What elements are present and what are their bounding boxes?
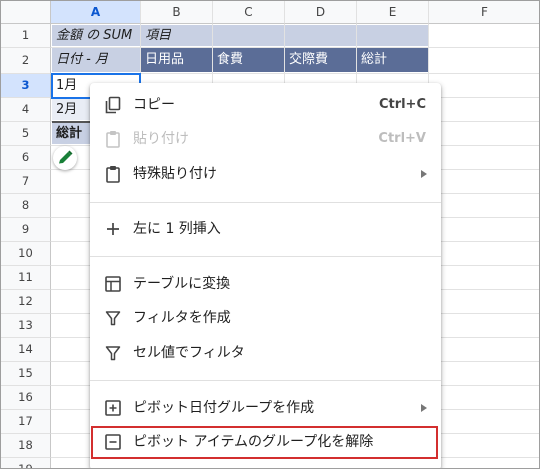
row-header-18[interactable]: 18	[1, 434, 51, 458]
cell-b2[interactable]: 日用品	[145, 49, 184, 70]
row-header-6[interactable]: 6	[1, 146, 51, 170]
clipboard-icon	[106, 166, 120, 183]
cell-e2[interactable]: 総計	[361, 49, 387, 70]
menu-divider	[90, 202, 441, 203]
menu-item-label: 左に 1 列挿入	[133, 221, 221, 237]
row-header-12[interactable]: 12	[1, 290, 51, 314]
row-header-15[interactable]: 15	[1, 362, 51, 386]
row-header-10[interactable]: 10	[1, 242, 51, 266]
row-header-5[interactable]: 5	[1, 122, 51, 146]
menu-item-label: フィルタを作成	[133, 310, 231, 326]
cell-c2[interactable]: 食費	[217, 49, 243, 70]
column-header-d[interactable]: D	[285, 1, 357, 24]
cell-b1[interactable]: 項目	[145, 25, 171, 46]
cell-a1[interactable]: 金額 の SUM	[56, 25, 132, 46]
cell-a4[interactable]: 2月	[56, 99, 77, 120]
plus-box-icon	[105, 400, 121, 416]
row-header-14[interactable]: 14	[1, 338, 51, 362]
highlight-box	[91, 426, 438, 459]
row-header-16[interactable]: 16	[1, 386, 51, 410]
spreadsheet-window: A B C D E F 1 2 3 4 5 6 7 8 9 10 11 12 1…	[0, 0, 540, 469]
row-header-3[interactable]: 3	[1, 74, 51, 98]
menu-item-label: 貼り付け	[133, 131, 189, 147]
cell-a2[interactable]: 日付 - 月	[56, 49, 108, 70]
row-header-4[interactable]: 4	[1, 98, 51, 122]
grid-line	[51, 47, 539, 48]
menu-item-label: 特殊貼り付け	[133, 166, 217, 182]
menu-item-label: セル値でフィルタ	[133, 345, 245, 361]
menu-item-copy[interactable]: コピー Ctrl+C	[90, 88, 441, 122]
row-header-11[interactable]: 11	[1, 266, 51, 290]
column-header-f[interactable]: F	[429, 1, 539, 24]
menu-item-convert-to-table[interactable]: テーブルに変換	[90, 267, 441, 301]
menu-item-paste[interactable]: 貼り付け Ctrl+V	[90, 122, 441, 156]
context-menu: コピー Ctrl+C 貼り付け Ctrl+V 特殊貼り付け 左に 1 列挿入 テ…	[90, 83, 441, 468]
row-header-13[interactable]: 13	[1, 314, 51, 338]
menu-item-create-date-group[interactable]: ピボット日付グループを作成	[90, 391, 441, 425]
cell-a5[interactable]: 総計	[56, 123, 82, 144]
pencil-icon	[59, 150, 73, 164]
clipboard-icon	[106, 131, 120, 148]
cell-d2[interactable]: 交際費	[289, 49, 328, 70]
menu-item-label: コピー	[133, 97, 175, 113]
plus-icon	[107, 223, 119, 235]
submenu-arrow-icon	[421, 404, 427, 412]
row-header-2[interactable]: 2	[1, 48, 51, 74]
menu-item-insert-column-left[interactable]: 左に 1 列挿入	[90, 212, 441, 246]
copy-icon	[105, 96, 121, 114]
row-header-17[interactable]: 17	[1, 410, 51, 434]
column-header-a[interactable]: A	[51, 1, 141, 24]
row-header-1[interactable]: 1	[1, 24, 51, 48]
menu-item-paste-special[interactable]: 特殊貼り付け	[90, 157, 441, 191]
column-header-c[interactable]: C	[213, 1, 285, 24]
pencil-edit-button[interactable]	[53, 146, 77, 170]
menu-shortcut: Ctrl+C	[378, 97, 426, 112]
row-header-19[interactable]: 19	[1, 458, 51, 468]
column-header-b[interactable]: B	[141, 1, 213, 24]
submenu-arrow-icon	[421, 170, 427, 178]
row-header-9[interactable]: 9	[1, 218, 51, 242]
menu-item-filter-by-value[interactable]: セル値でフィルタ	[90, 336, 441, 370]
table-icon	[105, 276, 121, 292]
filter-icon	[105, 311, 121, 326]
filter-icon	[105, 346, 121, 361]
column-header-e[interactable]: E	[357, 1, 429, 24]
menu-divider	[90, 380, 441, 381]
menu-item-create-filter[interactable]: フィルタを作成	[90, 301, 441, 335]
row-header-8[interactable]: 8	[1, 194, 51, 218]
menu-item-label: テーブルに変換	[133, 276, 231, 292]
select-all-corner[interactable]	[1, 1, 51, 24]
row-header-7[interactable]: 7	[1, 170, 51, 194]
menu-item-label: ピボット日付グループを作成	[133, 400, 315, 416]
menu-divider	[90, 256, 441, 257]
menu-shortcut: Ctrl+V	[378, 131, 426, 146]
